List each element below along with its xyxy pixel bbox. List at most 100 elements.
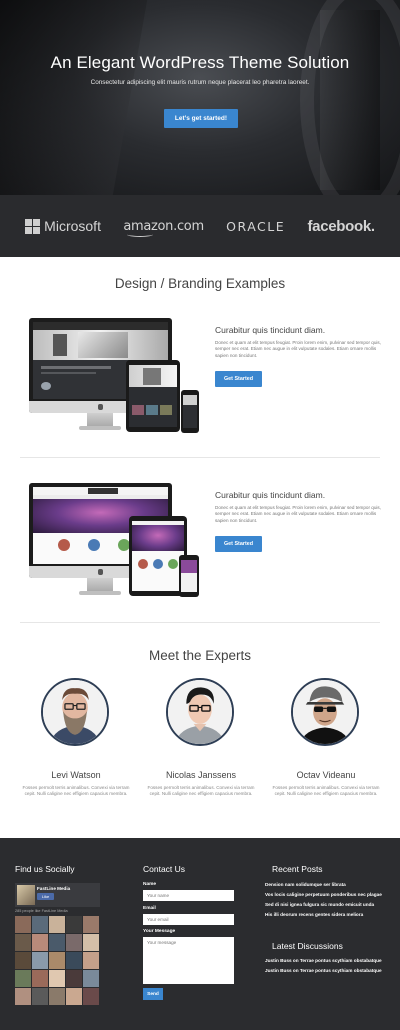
amazon-logo: amazon.com (123, 219, 204, 237)
fan-avatar[interactable] (32, 970, 48, 987)
fan-avatar[interactable] (66, 970, 82, 987)
contact-title: Contact Us (143, 864, 186, 874)
experts-section-title: Meet the Experts (148, 648, 252, 663)
fan-avatar[interactable] (32, 988, 48, 1005)
device-mockup-1 (29, 318, 204, 433)
desktop-foot (79, 426, 121, 430)
feature-heading: Curabitur quis tincidunt diam. (215, 325, 326, 335)
section-divider (20, 622, 380, 623)
phone-mockup (179, 555, 199, 597)
tablet-screen (129, 365, 177, 427)
fan-avatar[interactable] (15, 916, 31, 933)
microsoft-logo: Microsoft (25, 218, 101, 234)
phone-screen (183, 395, 197, 428)
name-field[interactable] (143, 890, 234, 901)
hero-banner: An Elegant WordPress Theme Solution Cons… (0, 0, 400, 195)
windows-icon (25, 218, 41, 234)
fan-avatar[interactable] (83, 934, 99, 951)
expert-name: Octav Videanu (296, 770, 356, 780)
send-button[interactable]: Send (143, 988, 163, 1000)
desktop-stand (87, 578, 113, 592)
facebook-logo-text: facebook. (307, 217, 375, 235)
amazon-smile-icon (127, 232, 154, 237)
fan-avatar[interactable] (66, 988, 82, 1005)
discussion-link[interactable]: Justin Buss on Terrae pontus scythiam ob… (265, 968, 395, 973)
recent-post-link[interactable]: Sed di nisi ignea fulgura sic mundo emic… (265, 902, 395, 907)
recent-post-link[interactable]: Dension nam solidumque ser librata (265, 882, 395, 887)
expert-avatar-nicolas-janssens (166, 678, 234, 746)
hero-subtitle: Consectetur adipiscing elit mauris rutru… (90, 79, 310, 86)
facebook-logo: facebook. (307, 217, 375, 235)
facebook-like-label: Like (41, 894, 50, 899)
fan-avatar[interactable] (49, 970, 65, 987)
fan-avatar[interactable] (15, 988, 31, 1005)
feature-get-started-button[interactable]: Get Started (215, 536, 262, 552)
feature-heading: Curabitur quis tincidunt diam. (215, 490, 326, 500)
fan-avatar[interactable] (66, 916, 82, 933)
facebook-page-name[interactable]: FastLine Media (37, 886, 70, 891)
fan-avatar[interactable] (49, 934, 65, 951)
apple-icon (98, 404, 103, 410)
apple-icon (98, 569, 103, 575)
name-label: Name (143, 882, 157, 887)
expert-name: Nicolas Janssens (165, 770, 237, 780)
message-field[interactable] (143, 937, 234, 984)
fan-avatar[interactable] (83, 970, 99, 987)
message-label: Your Message (143, 929, 176, 934)
expert-avatar-octav-videanu (291, 678, 359, 746)
fan-avatar[interactable] (32, 934, 48, 951)
oracle-logo: ORACLE (226, 219, 285, 234)
expert-bio: Fosses permolt terris animalibus. Convex… (272, 785, 380, 797)
social-title: Find us Socially (15, 864, 75, 874)
fan-avatar[interactable] (32, 952, 48, 969)
facebook-widget-header: FastLine Media Like (15, 883, 100, 907)
section-divider (20, 457, 380, 458)
facebook-like-count: 285 people like FastLine Media (15, 909, 68, 913)
hero-title: An Elegant WordPress Theme Solution (50, 53, 350, 72)
design-section-title: Design / Branding Examples (114, 276, 286, 291)
fan-avatar[interactable] (49, 916, 65, 933)
get-started-button[interactable]: Let’s get started! (164, 109, 238, 128)
hero-background-shade (320, 10, 380, 190)
client-logos-bar: Microsoft amazon.com ORACLE facebook. (0, 195, 400, 257)
facebook-like-button[interactable]: Like (37, 893, 54, 900)
device-mockup-2 (29, 483, 204, 598)
fan-avatar[interactable] (15, 970, 31, 987)
facebook-widget: FastLine Media Like 285 people like Fast… (15, 883, 100, 1007)
fan-avatar[interactable] (83, 952, 99, 969)
phone-mockup (181, 390, 199, 433)
fan-avatar[interactable] (49, 988, 65, 1005)
expert-bio: Fosses permolt terris animalibus. Convex… (22, 785, 130, 797)
fan-avatar[interactable] (66, 952, 82, 969)
expert-name: Levi Watson (51, 770, 101, 780)
fan-avatar[interactable] (83, 988, 99, 1005)
fan-avatar[interactable] (15, 952, 31, 969)
fan-avatar[interactable] (32, 916, 48, 933)
desktop-foot (79, 591, 121, 595)
recent-posts-title: Recent Posts (272, 864, 323, 874)
expert-bio: Fosses permolt terris animalibus. Convex… (147, 785, 255, 797)
hero-background-shape (0, 0, 148, 195)
recent-post-link[interactable]: His illi deorum recens gentes sidera mel… (265, 912, 395, 917)
latest-discussions-title: Latest Discussions (272, 941, 343, 951)
fan-avatar[interactable] (49, 952, 65, 969)
microsoft-logo-text: Microsoft (44, 218, 101, 234)
feature-text: Donec et quam at elit tempus feugiat. Pr… (215, 340, 381, 358)
fan-avatar[interactable] (66, 934, 82, 951)
facebook-fans-grid (15, 916, 99, 1005)
tablet-screen (132, 521, 184, 591)
facebook-page-thumbnail (17, 885, 35, 905)
expert-avatar-levi-watson (41, 678, 109, 746)
tablet-mockup (126, 360, 180, 432)
oracle-logo-text: ORACLE (226, 218, 286, 234)
discussion-link[interactable]: Justin Buss on Terrae pontus scythiam ob… (265, 958, 395, 963)
feature-get-started-button[interactable]: Get Started (215, 371, 262, 387)
fan-avatar[interactable] (83, 916, 99, 933)
email-label: Email (143, 906, 156, 911)
feature-text: Donec et quam at elit tempus feugiat. Pr… (215, 505, 381, 523)
fan-avatar[interactable] (15, 934, 31, 951)
email-field[interactable] (143, 914, 234, 925)
phone-screen (181, 560, 197, 592)
recent-post-link[interactable]: Vos locis caligine perpetuum ponderibus … (265, 892, 395, 897)
desktop-stand (87, 413, 113, 427)
